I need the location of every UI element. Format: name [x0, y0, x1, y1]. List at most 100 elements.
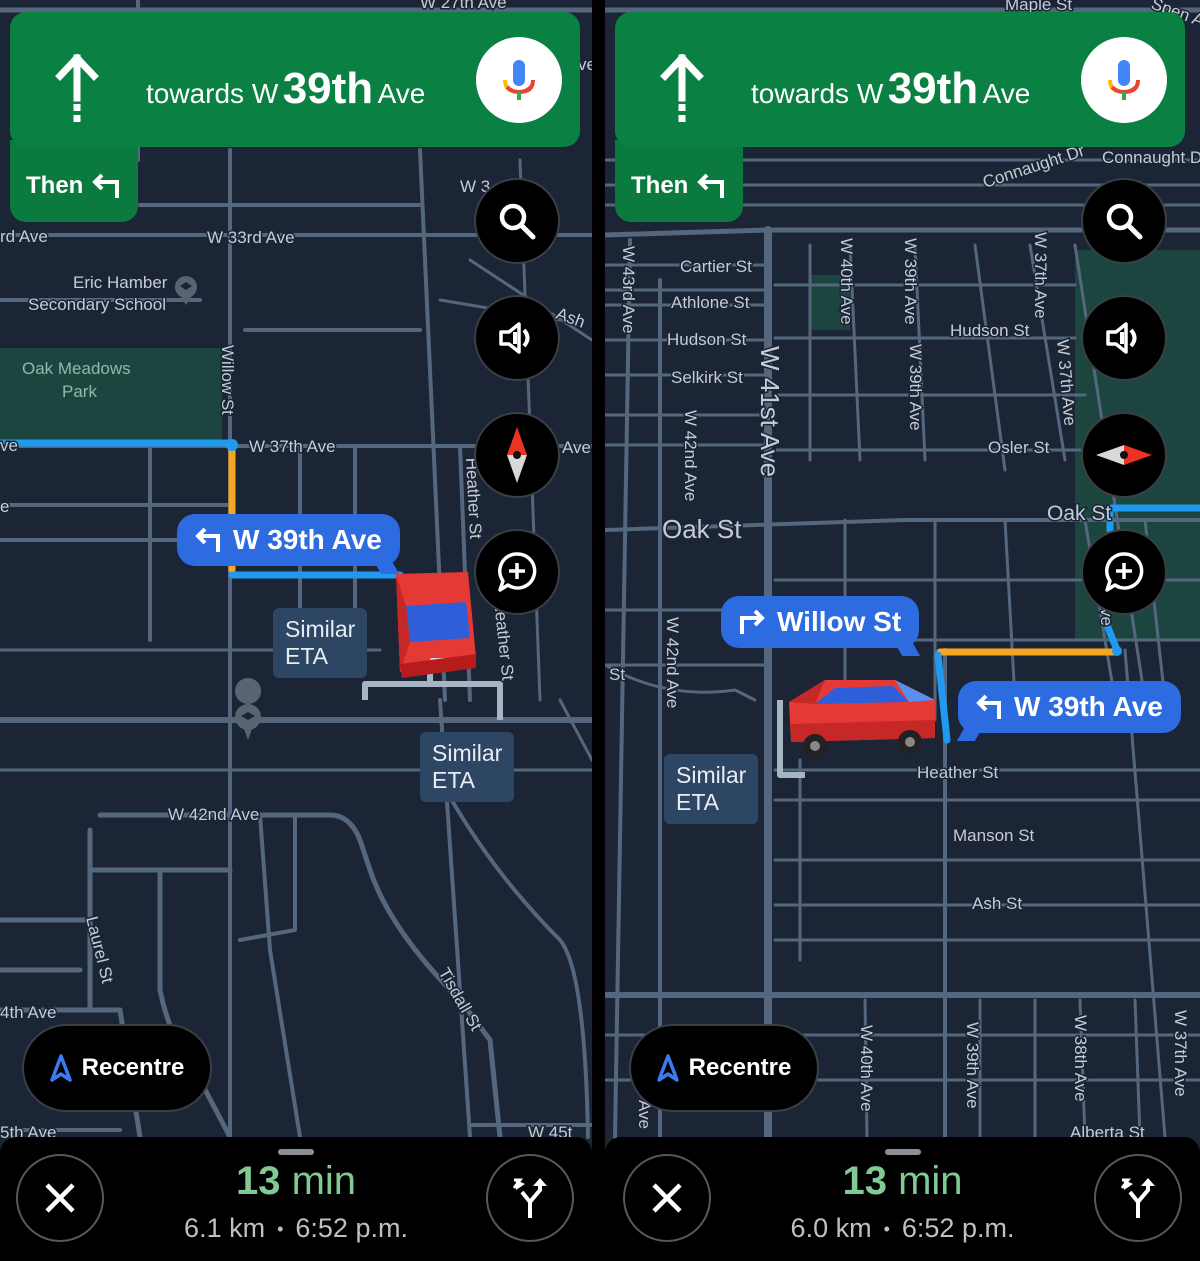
alternate-routes-button[interactable] [1094, 1154, 1182, 1242]
svg-text:Connaught Dr: Connaught Dr [1102, 148, 1200, 167]
sound-button[interactable] [1081, 295, 1167, 381]
svg-text:W 27th Ave: W 27th Ave [420, 0, 507, 12]
vehicle-marker [396, 572, 476, 678]
svg-text:St: St [609, 665, 625, 684]
trip-distance: 6.1 km [184, 1213, 266, 1243]
google-mic-icon [1108, 60, 1140, 100]
navigation-arrow-icon [656, 1054, 679, 1082]
svg-text:Oak St: Oak St [1047, 502, 1111, 525]
svg-text:Ave: Ave [562, 438, 591, 457]
svg-text:W 42nd Ave: W 42nd Ave [663, 617, 682, 708]
banner-suffix: Ave [982, 78, 1031, 109]
svg-text:Park: Park [62, 382, 97, 401]
turn-right-icon [740, 609, 765, 634]
eta-line1: Similar [432, 740, 503, 766]
eta-number: 13 [842, 1159, 887, 1203]
alternate-route-eta[interactable]: Similar ETA [664, 754, 759, 824]
svg-text:ve: ve [578, 55, 592, 74]
svg-text:W 33rd Ave: W 33rd Ave [207, 228, 295, 247]
recentre-button[interactable]: Recentre [22, 1024, 212, 1112]
navigation-banner[interactable]: towards W 39th Ave [10, 12, 580, 147]
search-icon [499, 203, 536, 240]
add-report-icon [498, 552, 537, 592]
eta-line1: Similar [285, 616, 356, 642]
compass-icon [507, 427, 527, 483]
separator: • [883, 1219, 890, 1240]
banner-instruction: towards W 39th Ave [751, 64, 1030, 114]
recentre-label: Recentre [688, 1054, 792, 1081]
eta-number: 13 [235, 1159, 281, 1203]
volume-icon [1106, 322, 1137, 354]
eta-line2: ETA [432, 767, 476, 793]
arrival-time: 6:52 p.m. [901, 1213, 1015, 1243]
voice-search-button[interactable] [1081, 37, 1167, 123]
then-chip: Then [615, 140, 743, 222]
add-report-icon [1105, 552, 1144, 592]
turn-left-icon [697, 173, 724, 198]
banner-prefix: towards W [751, 78, 884, 109]
then-label: Then [631, 172, 689, 199]
navigation-screen-left: W 27th Ave rd Ave W 33rd Ave W 3 Eric Ha… [0, 0, 592, 1261]
alternate-routes-icon [512, 1178, 547, 1218]
then-label: Then [26, 172, 84, 199]
turn-left-icon [92, 173, 119, 198]
alternate-route-eta[interactable]: Similar ETA [420, 732, 515, 802]
compass-button[interactable] [1081, 412, 1167, 498]
navigation-banner[interactable]: towards W 39th Ave [615, 12, 1185, 147]
search-button[interactable] [474, 178, 560, 264]
banner-street: 39th [887, 64, 979, 113]
svg-text:Hudson St: Hudson St [950, 321, 1030, 340]
trip-summary-sheet[interactable]: 13 min 6.1 km • 6:52 p.m. [0, 1137, 592, 1261]
turn-left-icon [195, 527, 220, 552]
add-report-button[interactable] [1081, 529, 1167, 615]
trip-summary-sheet[interactable]: 13 min 6.0 km • 6:52 p.m. [605, 1137, 1200, 1261]
eta-line2: ETA [676, 789, 720, 815]
navigation-screen-right: Maple St Spen Ave Connaught Dr Connaught… [605, 0, 1200, 1261]
straight-arrow-icon [660, 54, 704, 122]
route-waypoint [226, 439, 238, 451]
svg-text:Oak St: Oak St [662, 514, 742, 544]
voice-search-button[interactable] [476, 37, 562, 123]
svg-text:W 38th Ave: W 38th Ave [1071, 1015, 1090, 1102]
svg-text:Eric Hamber: Eric Hamber [73, 273, 168, 292]
svg-text:ve: ve [0, 436, 18, 455]
banner-street: 39th [282, 64, 374, 113]
svg-text:Athlone St: Athlone St [671, 293, 750, 312]
callout-label: W 39th Ave [1014, 691, 1163, 722]
turn-callout[interactable]: W 39th Ave [956, 681, 1181, 741]
turn-callout[interactable]: W 39th Ave [177, 514, 400, 574]
alternate-route-eta[interactable]: Similar ETA [273, 608, 368, 678]
svg-text:W 39th Ave: W 39th Ave [906, 344, 925, 431]
svg-text:Osler St: Osler St [988, 438, 1050, 457]
sheet-drag-handle[interactable] [278, 1149, 314, 1155]
svg-text:rd Ave: rd Ave [0, 227, 48, 246]
trip-distance: 6.0 km [790, 1213, 872, 1243]
svg-text:W 42nd Ave: W 42nd Ave [168, 805, 259, 824]
compass-button[interactable] [474, 412, 560, 498]
vehicle-marker [789, 680, 935, 758]
svg-text:W 39th Ave: W 39th Ave [963, 1022, 982, 1109]
search-button[interactable] [1081, 178, 1167, 264]
straight-arrow-icon [55, 54, 99, 122]
search-icon [1106, 203, 1143, 240]
svg-text:W 40th Ave: W 40th Ave [857, 1025, 876, 1112]
route-waypoint [1112, 646, 1122, 656]
svg-text:W 37th Ave: W 37th Ave [249, 437, 336, 456]
add-report-button[interactable] [474, 529, 560, 615]
sound-button[interactable] [474, 295, 560, 381]
svg-text:Hudson St: Hudson St [667, 330, 747, 349]
svg-text:W 42nd Ave: W 42nd Ave [681, 410, 700, 501]
then-chip: Then [10, 140, 138, 222]
turn-callout[interactable]: Willow St [721, 596, 921, 656]
svg-text:W 37th Ave: W 37th Ave [1031, 232, 1050, 319]
svg-text:Secondary School: Secondary School [28, 295, 166, 314]
sheet-drag-handle[interactable] [884, 1149, 921, 1155]
svg-text:Oak Meadows: Oak Meadows [22, 359, 131, 378]
banner-suffix: Ave [377, 78, 426, 109]
google-mic-icon [503, 60, 535, 100]
eta-unit: min [898, 1159, 963, 1203]
recentre-label: Recentre [81, 1054, 185, 1081]
recentre-button[interactable]: Recentre [629, 1024, 819, 1112]
school-pin-icon[interactable] [235, 678, 262, 740]
alternate-routes-button[interactable] [486, 1154, 574, 1242]
